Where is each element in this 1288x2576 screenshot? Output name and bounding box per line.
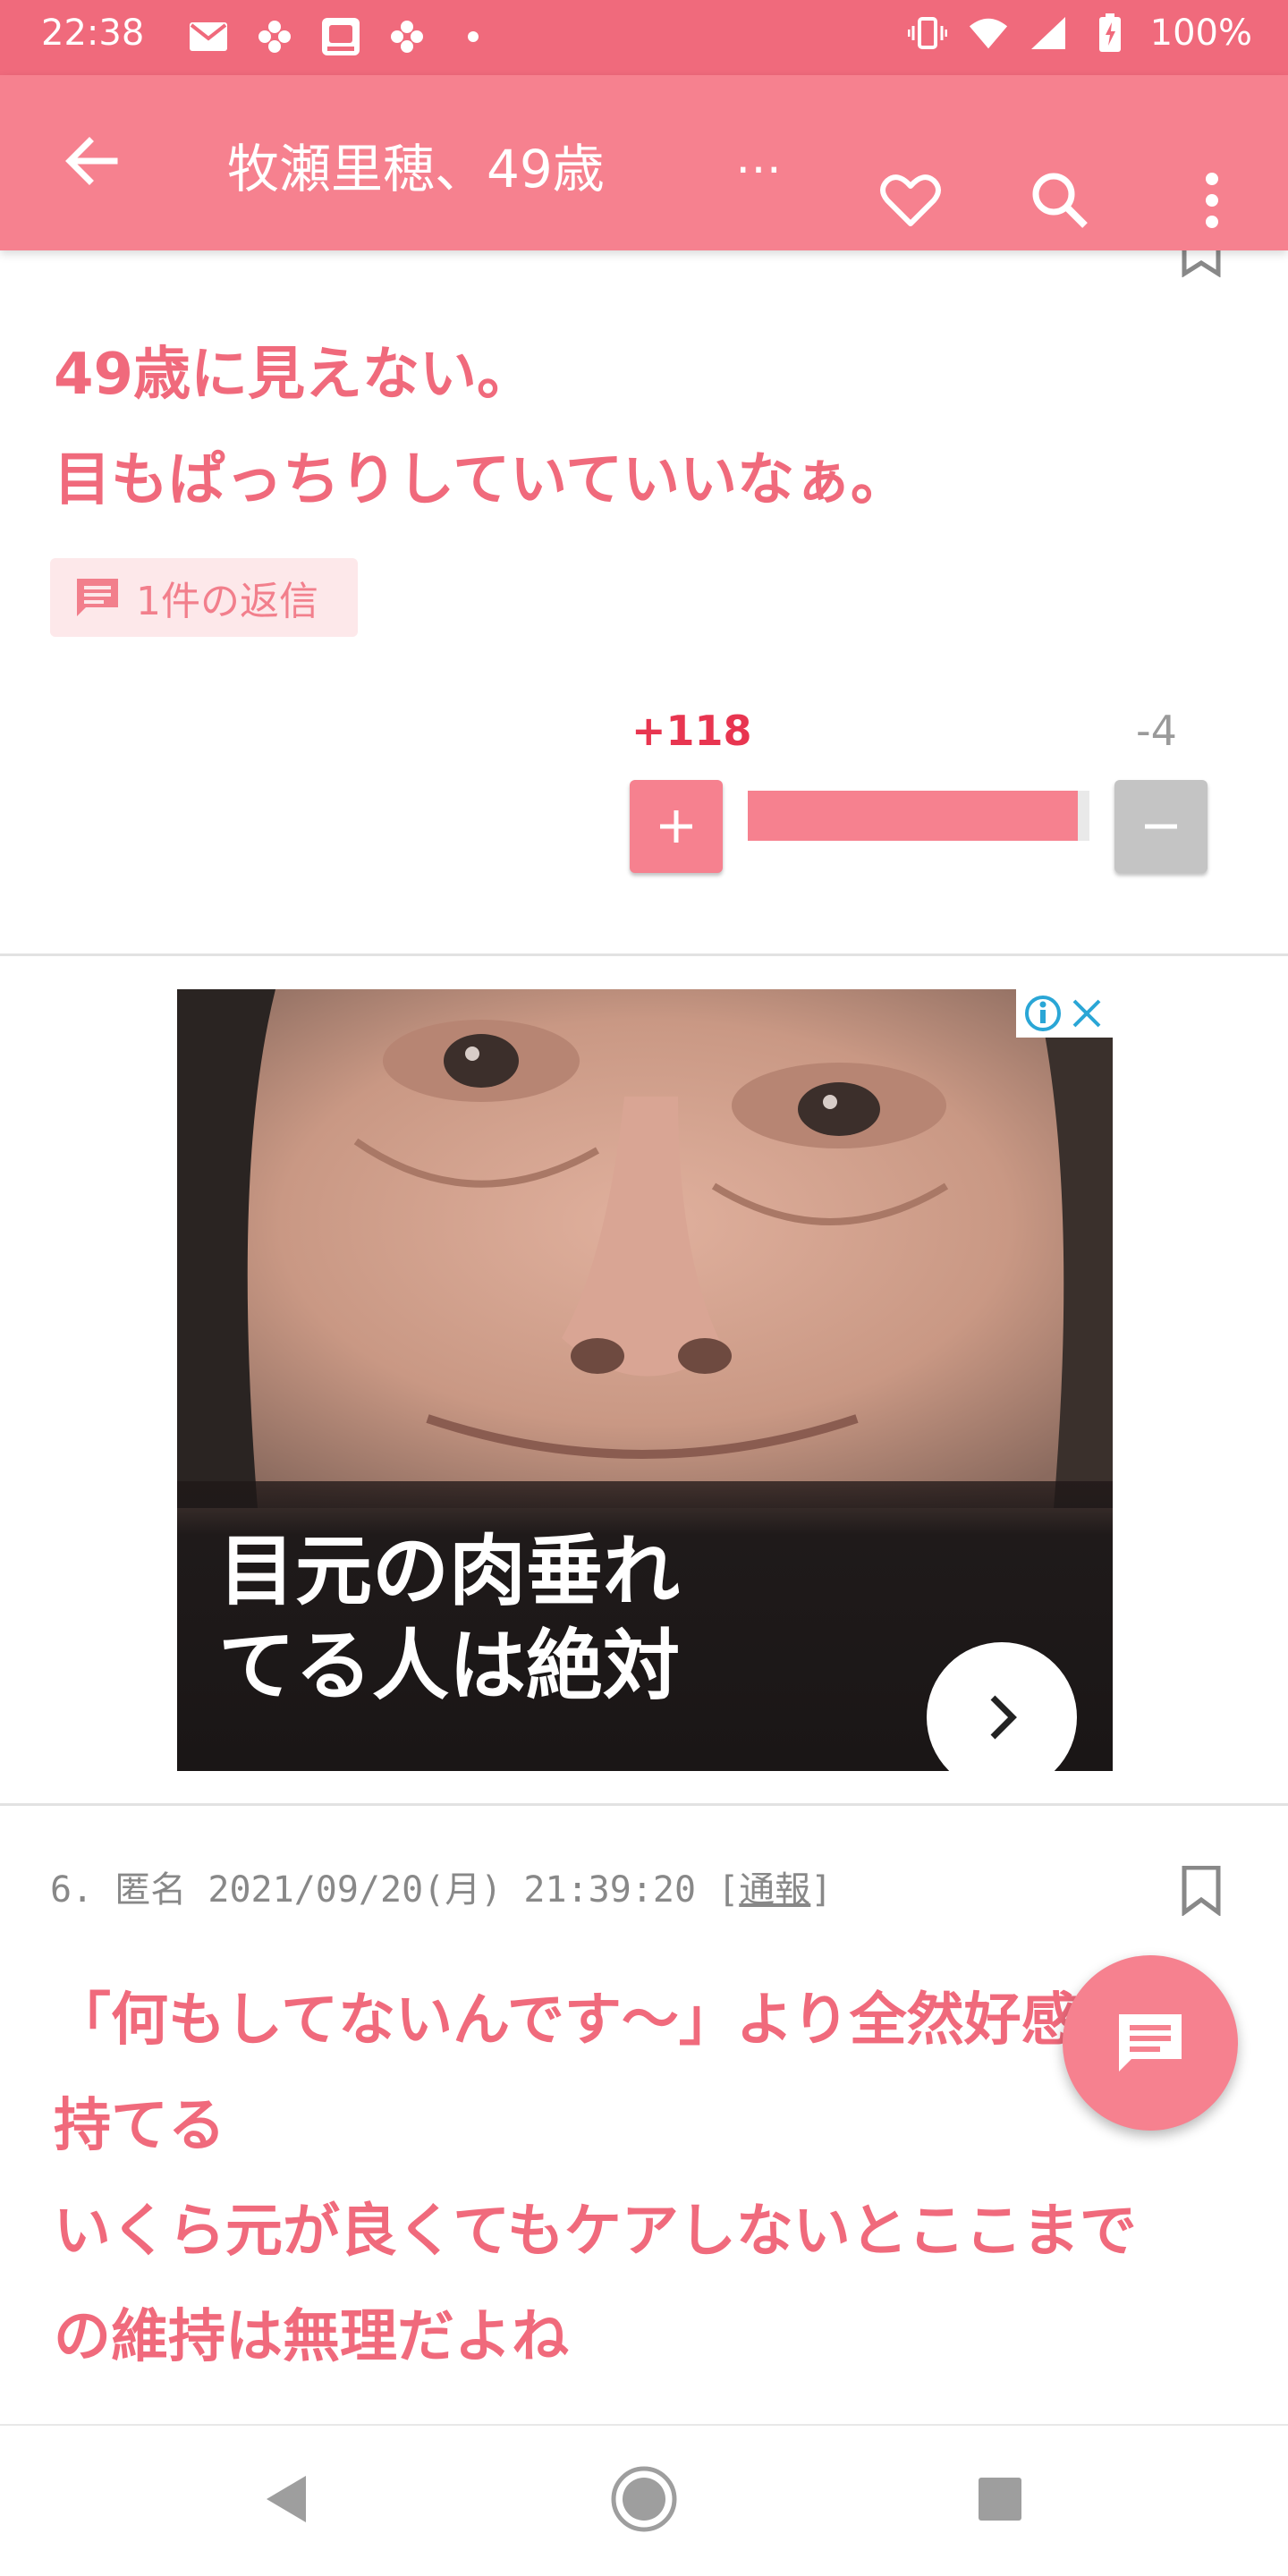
title-ellipsis: … <box>735 131 782 184</box>
vibrate-icon <box>907 13 948 54</box>
ad-choices[interactable] <box>1016 989 1113 1038</box>
store-app-icon <box>320 16 361 57</box>
page-title: 牧瀬里穂、49歳 <box>227 139 605 199</box>
nav-back-icon[interactable] <box>261 2472 311 2529</box>
battery-percent: 100% <box>1149 13 1252 54</box>
pinwheel-icon <box>386 16 428 57</box>
comment-line: いくら元が良くてもケアしないとここまで <box>54 2199 1137 2265</box>
mail-icon <box>188 16 229 57</box>
minus-icon <box>1145 824 1177 829</box>
comment-date: 2021/09/20(月) 21:39:20 <box>208 1869 697 1911</box>
bookmark-icon[interactable] <box>1181 1865 1222 1917</box>
notification-icons <box>188 16 494 57</box>
comment-number: 6. <box>50 1869 94 1911</box>
back-arrow-icon[interactable] <box>55 125 127 197</box>
system-nav-bar <box>0 2424 1288 2576</box>
chevron-right-icon <box>990 1695 1017 1740</box>
comment-body: 49歳に見えない。 目もぱっちりしていていいなぁ。 <box>54 322 1252 533</box>
app-bar: 牧瀬里穂、49歳 … <box>0 75 1288 250</box>
divider <box>0 953 1288 956</box>
ad-headline-line: てる人は絶対 <box>218 1622 680 1711</box>
minus-count: -4 <box>1136 707 1177 755</box>
status-time: 22:38 <box>41 13 145 54</box>
dot-icon <box>453 16 494 57</box>
status-right: 100% <box>907 13 1252 54</box>
comment-meta: 6. 匿名 2021/09/20(月) 21:39:20 [通報] <box>50 1860 832 1912</box>
plus-vote-button[interactable] <box>630 780 723 873</box>
comment-icon <box>1119 2014 1182 2072</box>
reply-count-label: 1件の返信 <box>136 579 318 624</box>
report-link[interactable]: 通報 <box>739 1869 810 1911</box>
comment-line: 目もぱっちりしていていいなぁ。 <box>54 447 908 513</box>
status-bar: 22:38 100% <box>0 0 1288 75</box>
more-vert-icon[interactable] <box>1194 165 1230 236</box>
battery-icon <box>1089 13 1131 54</box>
vote-ratio-fill <box>748 791 1079 841</box>
post-comment-button[interactable] <box>1063 1955 1238 2131</box>
report-bracket: ] <box>810 1869 833 1911</box>
plus-count: +118 <box>631 707 752 755</box>
vote-ratio-bar <box>748 791 1089 841</box>
search-icon[interactable] <box>1024 165 1096 236</box>
wifi-icon <box>968 13 1009 54</box>
comment-line: の維持は無理だよね <box>54 2304 569 2370</box>
comment-icon <box>77 579 118 616</box>
ad-image <box>177 989 1113 1508</box>
info-icon[interactable] <box>1024 995 1062 1032</box>
report-bracket: [ <box>717 1869 740 1911</box>
reply-count-button[interactable]: 1件の返信 <box>50 558 358 637</box>
signal-icon <box>1029 13 1070 54</box>
nav-home-icon[interactable] <box>608 2463 680 2538</box>
comment-author: 匿名 <box>114 1869 187 1911</box>
nav-recents-icon[interactable] <box>977 2476 1023 2526</box>
divider <box>0 1803 1288 1806</box>
minus-vote-button[interactable] <box>1114 780 1208 873</box>
ad-banner[interactable]: 目元の肉垂れ てる人は絶対 <box>177 989 1113 1771</box>
comment-line: 49歳に見えない。 <box>54 342 535 408</box>
comment-line: 持てる <box>54 2093 225 2159</box>
bookmark-icon[interactable] <box>1181 250 1222 278</box>
close-icon[interactable] <box>1069 996 1105 1031</box>
plus-icon <box>660 810 692 843</box>
heart-icon[interactable] <box>875 165 946 236</box>
pinwheel-icon <box>254 16 295 57</box>
